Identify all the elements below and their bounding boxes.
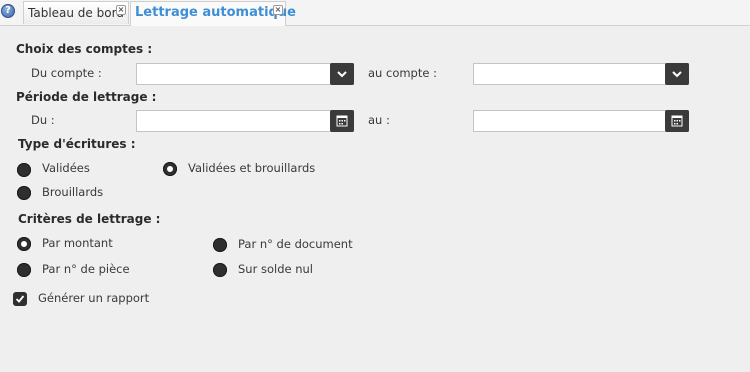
chevron-down-icon	[672, 71, 682, 78]
tab-label: Lettrage automatique	[135, 5, 296, 20]
tab-bar: ? Tableau de bord × Lettrage automatique…	[0, 0, 750, 26]
radio-validees[interactable]	[17, 163, 31, 177]
close-icon[interactable]: ×	[273, 5, 283, 15]
from-date-label: Du :	[31, 113, 55, 127]
tab-lettrage-automatique[interactable]: Lettrage automatique ×	[130, 1, 296, 26]
radio-label-par-numero-piece: Par n° de pièce	[42, 262, 130, 276]
check-icon	[15, 295, 25, 303]
dropdown-button[interactable]	[665, 63, 689, 85]
radio-label-validees-et-brouillards: Validées et brouillards	[188, 161, 316, 175]
calendar-icon	[336, 115, 348, 127]
radio-label-par-montant: Par montant	[42, 236, 113, 250]
radio-label-sur-solde-nul: Sur solde nul	[238, 262, 313, 276]
section-title-criteres: Critères de lettrage :	[18, 212, 161, 226]
tab-label: Tableau de bord	[28, 6, 124, 20]
close-icon[interactable]: ×	[116, 5, 126, 15]
radio-par-montant[interactable]	[17, 237, 31, 251]
calendar-button[interactable]	[330, 110, 354, 132]
radio-validees-et-brouillards[interactable]	[163, 162, 177, 176]
radio-sur-solde-nul[interactable]	[213, 263, 227, 277]
section-title-periode: Période de lettrage :	[16, 90, 157, 104]
to-date-input[interactable]	[473, 110, 689, 132]
radio-label-validees: Validées	[42, 161, 90, 175]
calendar-button[interactable]	[665, 110, 689, 132]
from-account-select[interactable]	[136, 63, 354, 85]
section-title-type-ecritures: Type d'écritures :	[18, 137, 136, 151]
radio-brouillards[interactable]	[17, 186, 31, 200]
radio-par-numero-piece[interactable]	[17, 263, 31, 277]
to-account-select[interactable]	[473, 63, 689, 85]
calendar-icon	[671, 115, 683, 127]
checkbox-generer-rapport[interactable]	[13, 292, 27, 306]
checkbox-label-generer-rapport: Générer un rapport	[38, 291, 150, 305]
tab-tableau-de-bord[interactable]: Tableau de bord ×	[23, 1, 129, 24]
to-date-label: au :	[368, 113, 390, 127]
radio-label-par-numero-document: Par n° de document	[238, 237, 353, 251]
radio-label-brouillards: Brouillards	[42, 185, 104, 199]
from-account-label: Du compte :	[31, 66, 102, 80]
to-account-label: au compte :	[368, 66, 437, 80]
chevron-down-icon	[337, 71, 347, 78]
radio-par-numero-document[interactable]	[213, 238, 227, 252]
section-title-comptes: Choix des comptes :	[16, 42, 153, 56]
from-date-input[interactable]	[136, 110, 354, 132]
help-icon[interactable]: ?	[1, 4, 15, 18]
dropdown-button[interactable]	[330, 63, 354, 85]
